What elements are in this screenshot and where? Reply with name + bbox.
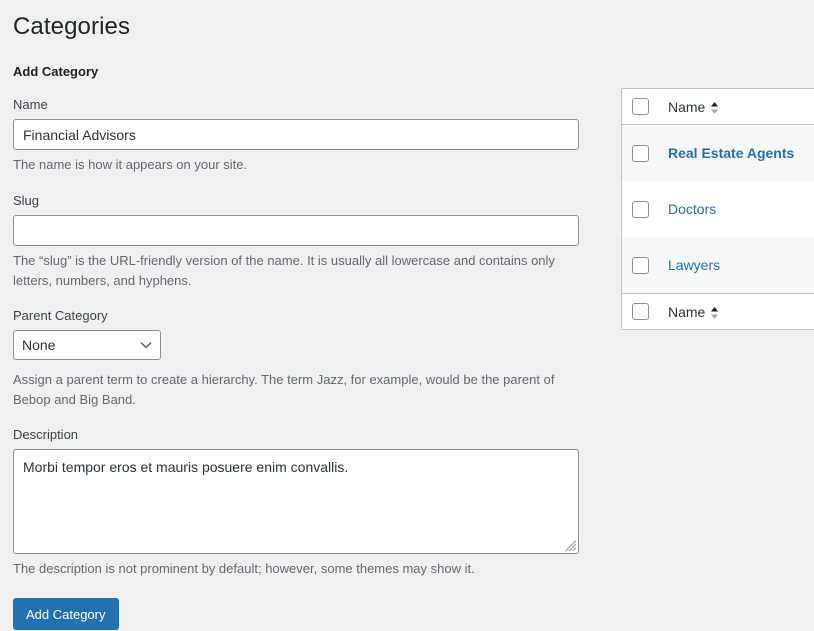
description-label: Description xyxy=(13,426,603,444)
parent-category-select[interactable]: None xyxy=(13,330,161,360)
categories-table: Name Real Estate Agents Doctors Lawyers xyxy=(621,88,814,330)
category-name-link[interactable]: Lawyers xyxy=(668,257,720,273)
table-footer-row: Name xyxy=(622,293,814,329)
field-parent-category: Parent Category None Assign a parent ter… xyxy=(13,307,603,409)
row-checkbox[interactable] xyxy=(632,145,649,162)
field-name: Name The name is how it appears on your … xyxy=(13,96,603,175)
sort-indicator-icon[interactable] xyxy=(710,101,719,115)
table-row[interactable]: Doctors xyxy=(622,181,814,237)
page-title: Categories xyxy=(13,11,603,42)
description-textarea[interactable] xyxy=(13,449,579,554)
field-slug: Slug The “slug” is the URL-friendly vers… xyxy=(13,192,603,290)
description-help-text: The description is not prominent by defa… xyxy=(13,559,561,579)
section-title-add-category: Add Category xyxy=(13,64,603,79)
category-name-link[interactable]: Doctors xyxy=(668,201,716,217)
field-description: Description The description is not promi… xyxy=(13,426,603,579)
select-all-checkbox-header[interactable] xyxy=(632,98,649,115)
name-input[interactable] xyxy=(13,119,579,150)
add-category-form: Categories Add Category Name The name is… xyxy=(13,0,603,630)
sort-indicator-icon[interactable] xyxy=(710,306,719,320)
column-header-name[interactable]: Name xyxy=(668,99,705,115)
table-row[interactable]: Lawyers xyxy=(622,237,814,293)
add-category-button[interactable]: Add Category xyxy=(13,598,119,630)
table-header-row: Name xyxy=(622,89,814,125)
categories-page: Categories Add Category Name The name is… xyxy=(0,0,814,604)
slug-label: Slug xyxy=(13,192,603,210)
name-help-text: The name is how it appears on your site. xyxy=(13,155,561,175)
parent-category-select-wrap: None xyxy=(13,330,161,360)
slug-help-text: The “slug” is the URL-friendly version o… xyxy=(13,251,561,290)
select-all-checkbox-footer[interactable] xyxy=(632,303,649,320)
category-name-link[interactable]: Real Estate Agents xyxy=(668,145,794,161)
description-textarea-wrap xyxy=(13,449,579,554)
slug-input[interactable] xyxy=(13,215,579,246)
row-checkbox[interactable] xyxy=(632,201,649,218)
column-footer-name[interactable]: Name xyxy=(668,304,705,320)
parent-category-label: Parent Category xyxy=(13,307,603,325)
name-label: Name xyxy=(13,96,603,114)
table-row[interactable]: Real Estate Agents xyxy=(622,125,814,181)
parent-category-help-text: Assign a parent term to create a hierarc… xyxy=(13,370,561,409)
row-checkbox[interactable] xyxy=(632,257,649,274)
